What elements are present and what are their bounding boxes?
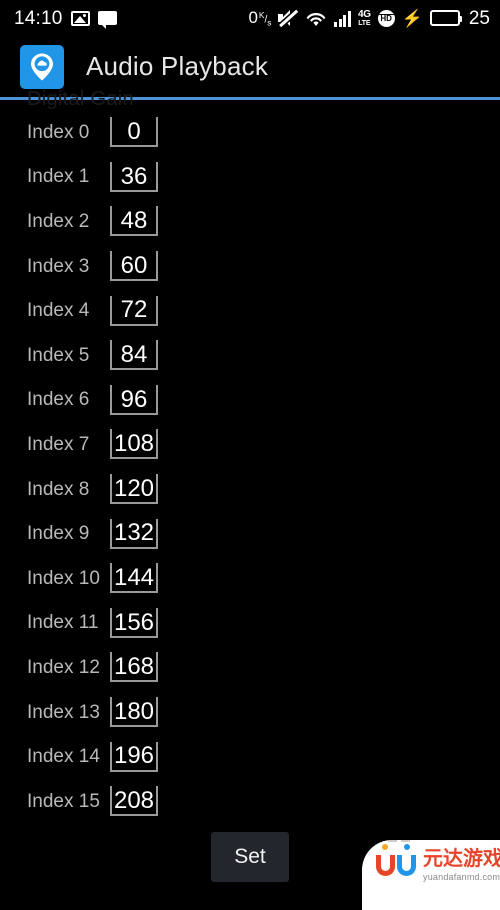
table-row: Index 6 96 xyxy=(0,378,500,423)
index-value-input[interactable]: 96 xyxy=(110,384,158,415)
table-row: Index 11 156 xyxy=(0,601,500,646)
table-row: Index 9 132 xyxy=(0,511,500,556)
watermark-url: yuandafanmd.com xyxy=(423,872,500,882)
index-value-input[interactable]: 48 xyxy=(110,206,158,237)
status-bar-right: 0 K/s 4G LTE HD ⚡ 25 xyxy=(248,9,490,28)
table-row: Index 8 120 xyxy=(0,467,500,512)
index-value-input[interactable]: 180 xyxy=(110,697,158,728)
index-value-text: 36 xyxy=(120,162,148,190)
index-value-input[interactable]: 108 xyxy=(110,429,158,460)
index-value-text: 108 xyxy=(113,430,155,458)
battery-percent-label: 25 xyxy=(468,7,490,29)
index-value-text: 120 xyxy=(113,474,155,502)
index-value-text: 144 xyxy=(113,564,155,592)
message-icon xyxy=(97,11,117,29)
section-label-digital-gain: Digital Gain xyxy=(27,88,134,110)
index-value-input[interactable]: 156 xyxy=(110,607,158,638)
page-title: Audio Playback xyxy=(86,51,269,81)
index-value-input[interactable]: 168 xyxy=(110,652,158,683)
network-speed-value: 0 xyxy=(248,7,258,27)
watermark-logo: 元达游戏 yuandafanmd.com xyxy=(362,840,500,910)
charging-bolt-icon: ⚡ xyxy=(401,8,423,28)
index-value-text: 156 xyxy=(113,608,155,636)
index-value-input[interactable]: 84 xyxy=(110,340,158,371)
index-value-text: 180 xyxy=(113,697,155,725)
index-value-input[interactable]: 132 xyxy=(110,518,158,549)
index-value-text: 0 xyxy=(127,118,141,146)
table-row: Index 2 48 xyxy=(0,199,500,244)
mute-icon xyxy=(278,9,299,27)
status-bar: 14:10 0 K/s 4G LTE HD ⚡ 25 xyxy=(0,0,500,36)
index-value-text: 48 xyxy=(120,207,148,235)
table-row: Index 4 72 xyxy=(0,288,500,333)
table-row: Index 14 196 xyxy=(0,734,500,779)
table-row: Index 13 180 xyxy=(0,690,500,735)
index-value-text: 96 xyxy=(120,385,148,413)
table-row: Index 1 36 xyxy=(0,155,500,200)
index-list[interactable]: Index 0 0 Index 1 36 Index 2 48 Index 3 60 Index… xyxy=(0,110,500,824)
network-speed-unit: K/s xyxy=(258,9,272,27)
hd-icon: HD xyxy=(377,9,395,27)
table-row: Index 10 144 xyxy=(0,556,500,601)
network-speed-indicator: 0 K/s xyxy=(248,9,271,27)
watermark-brand: 元达游戏 xyxy=(423,848,500,870)
index-value-text: 84 xyxy=(120,341,148,369)
index-value-input[interactable]: 72 xyxy=(110,295,158,326)
wifi-icon xyxy=(305,10,327,27)
watermark-ears-icon xyxy=(388,840,410,842)
screenshot-icon xyxy=(70,10,90,26)
index-value-input[interactable]: 196 xyxy=(110,741,158,772)
status-bar-left: 14:10 xyxy=(14,7,117,29)
index-value-input[interactable]: 60 xyxy=(110,251,158,282)
battery-icon xyxy=(429,10,462,26)
index-value-input[interactable]: 0 xyxy=(110,117,158,148)
table-row: Index 12 168 xyxy=(0,645,500,690)
status-bar-clock: 14:10 xyxy=(14,7,63,29)
index-value-text: 132 xyxy=(113,519,155,547)
4g-lte-icon: 4G LTE xyxy=(357,8,371,27)
index-value-input[interactable]: 36 xyxy=(110,161,158,192)
index-value-text: 72 xyxy=(120,296,148,324)
signal-icon xyxy=(334,10,351,27)
cloud-pin-icon xyxy=(20,44,64,89)
table-row: Index 7 108 xyxy=(0,422,500,467)
index-value-text: 168 xyxy=(113,653,155,681)
index-value-input[interactable]: 120 xyxy=(110,474,158,505)
index-value-text: 60 xyxy=(120,251,148,279)
table-row: Index 15 208 xyxy=(0,779,500,824)
table-row: Index 00 xyxy=(0,110,500,155)
index-value-text: 208 xyxy=(113,787,155,815)
index-value-input[interactable]: 144 xyxy=(110,563,158,594)
index-value-input[interactable]: 208 xyxy=(110,786,158,817)
set-button[interactable]: Set xyxy=(211,832,289,882)
watermark-ud-icon xyxy=(376,844,416,876)
table-row: Index 5 84 xyxy=(0,333,500,378)
table-row: Index 3 60 xyxy=(0,244,500,289)
index-value-text: 196 xyxy=(113,742,155,770)
